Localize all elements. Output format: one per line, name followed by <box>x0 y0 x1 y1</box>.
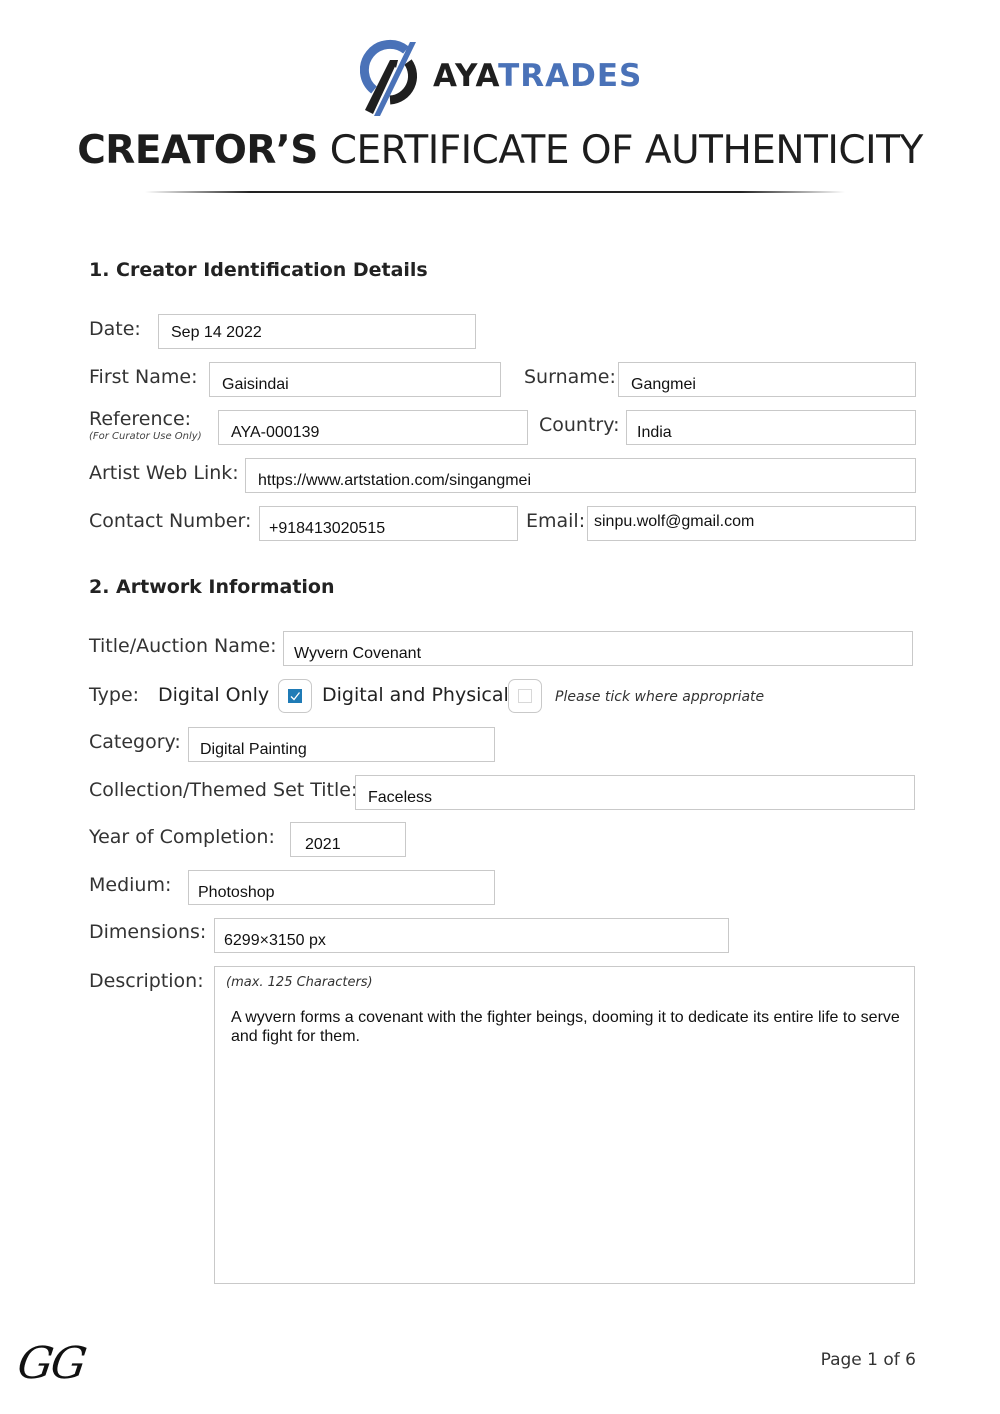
first-name-label: First Name: <box>89 366 198 388</box>
checkmark-icon <box>288 689 302 703</box>
email-label: Email: <box>526 510 586 532</box>
title-auction-value: Wyvern Covenant <box>294 645 422 662</box>
year-label: Year of Completion: <box>89 826 275 848</box>
category-field[interactable]: Digital Painting <box>188 727 495 762</box>
first-name-field[interactable]: Gaisindai <box>209 362 501 397</box>
reference-sublabel: (For Curator Use Only) <box>89 431 202 442</box>
web-link-field[interactable]: https://www.artstation.com/singangmei <box>245 458 916 493</box>
description-hint: (max. 125 Characters) <box>226 975 373 990</box>
collection-field[interactable]: Faceless <box>355 775 915 810</box>
empty-checkbox-icon <box>518 689 532 703</box>
brand-name-aya: AYA <box>433 58 499 94</box>
medium-label: Medium: <box>89 874 172 896</box>
first-name-value: Gaisindai <box>222 376 289 393</box>
collection-label: Collection/Themed Set Title: <box>89 779 358 801</box>
digital-only-checkbox[interactable] <box>278 679 312 713</box>
title-bold: CREATOR’S <box>77 128 318 173</box>
reference-field[interactable]: AYA-000139 <box>218 410 528 445</box>
title-auction-field[interactable]: Wyvern Covenant <box>283 631 913 666</box>
reference-value: AYA-000139 <box>231 424 320 441</box>
collection-value: Faceless <box>368 789 433 806</box>
dimensions-label: Dimensions: <box>89 921 207 943</box>
reference-label: Reference: <box>89 408 192 430</box>
dimensions-field[interactable]: 6299×3150 px <box>214 918 729 953</box>
document-title: CREATOR’S CERTIFICATE OF AUTHENTICITY <box>0 128 1000 173</box>
section-heading-artwork: 2. Artwork Information <box>89 576 335 598</box>
type-option-digital-only-label: Digital Only <box>158 684 270 706</box>
title-divider <box>145 191 845 193</box>
title-light: CERTIFICATE OF AUTHENTICITY <box>329 128 924 173</box>
date-field[interactable]: Sep 14 2022 <box>158 314 476 349</box>
email-field[interactable]: sinpu.wolf@gmail.com <box>587 506 916 541</box>
description-textarea[interactable]: (max. 125 Characters) A wyvern forms a c… <box>214 966 915 1284</box>
contact-number-field[interactable]: +918413020515 <box>259 506 518 541</box>
signature: GG <box>14 1338 88 1389</box>
brand-name-trades: TRADES <box>498 58 643 94</box>
logo-mark-icon <box>360 39 418 116</box>
country-field[interactable]: India <box>626 410 916 445</box>
category-label: Category: <box>89 731 181 753</box>
digital-and-physical-checkbox[interactable] <box>508 679 542 713</box>
web-link-value: https://www.artstation.com/singangmei <box>258 472 532 489</box>
brand-name: AYATRADES <box>433 58 642 94</box>
page-number: Page 1 of 6 <box>820 1350 916 1370</box>
description-value: A wyvern forms a covenant with the fight… <box>231 1009 900 1045</box>
date-value: Sep 14 2022 <box>171 324 262 341</box>
type-label: Type: <box>89 684 140 706</box>
contact-number-label: Contact Number: <box>89 510 252 532</box>
contact-number-value: +918413020515 <box>269 520 386 537</box>
medium-field[interactable]: Photoshop <box>188 870 495 905</box>
description-label: Description: <box>89 970 204 992</box>
country-label: Country: <box>539 414 620 436</box>
dimensions-value: 6299×3150 px <box>224 932 326 949</box>
section-heading-creator: 1. Creator Identification Details <box>89 259 428 281</box>
medium-value: Photoshop <box>198 884 275 901</box>
web-link-label: Artist Web Link: <box>89 462 239 484</box>
date-label: Date: <box>89 318 141 340</box>
email-value: sinpu.wolf@gmail.com <box>594 513 755 530</box>
year-value: 2021 <box>305 836 341 853</box>
surname-value: Gangmei <box>631 376 696 393</box>
year-field[interactable]: 2021 <box>290 822 406 857</box>
category-value: Digital Painting <box>200 741 307 758</box>
ayatrades-logo: AYATRADES <box>360 38 650 118</box>
surname-label: Surname: <box>524 366 616 388</box>
country-value: India <box>637 424 672 441</box>
surname-field[interactable]: Gangmei <box>618 362 916 397</box>
type-option-digital-physical-label: Digital and Physical <box>322 684 509 706</box>
type-note: Please tick where appropriate <box>555 689 765 705</box>
title-auction-label: Title/Auction Name: <box>89 635 277 657</box>
